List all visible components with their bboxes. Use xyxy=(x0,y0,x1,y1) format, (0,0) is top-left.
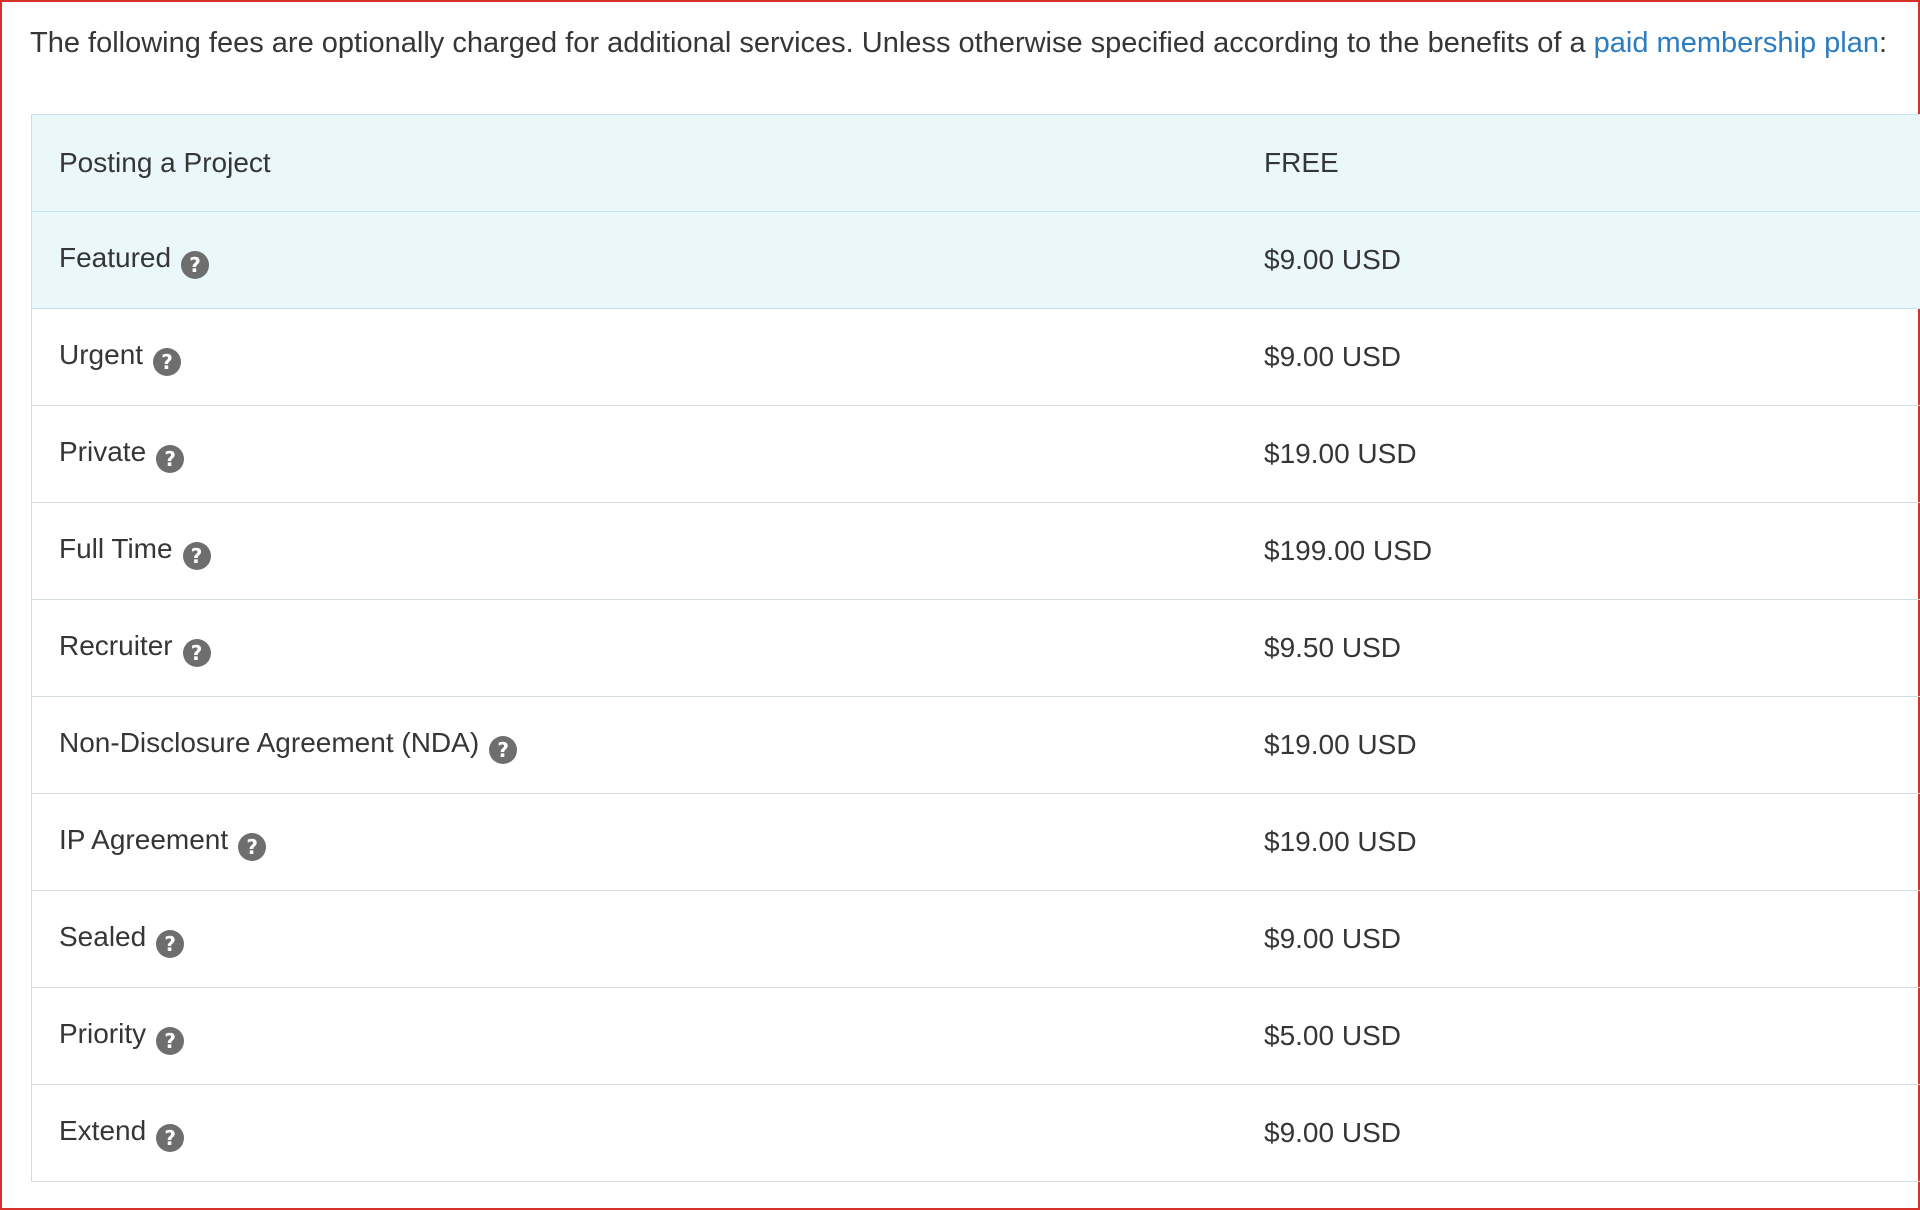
question-circle-icon[interactable]: ? xyxy=(182,541,211,570)
fee-name: Private xyxy=(59,435,147,467)
fee-row: Priority? $5.00 USD xyxy=(31,987,1920,1085)
fee-row: Full Time? $199.00 USD xyxy=(31,502,1920,600)
fee-row: Recruiter? $9.50 USD xyxy=(31,599,1920,697)
fee-name-cell: Urgent? xyxy=(31,308,1264,406)
fee-price: $19.00 USD xyxy=(1264,696,1920,794)
fee-name: Extend xyxy=(59,1114,147,1146)
fee-row: Private? $19.00 USD xyxy=(31,405,1920,503)
fee-name: Priority xyxy=(59,1017,147,1049)
fees-table: Posting a Project FREE Featured? $9.00 USD U… xyxy=(31,114,1920,1182)
question-circle-icon[interactable]: ? xyxy=(156,444,185,473)
question-circle-icon[interactable]: ? xyxy=(181,250,210,279)
fee-row: Non-Disclosure Agreement (NDA)? $19.00 US… xyxy=(31,696,1920,794)
question-circle-icon[interactable]: ? xyxy=(489,735,518,764)
fee-row: IP Agreement? $19.00 USD xyxy=(31,793,1920,891)
question-circle-icon[interactable]: ? xyxy=(156,1026,185,1055)
fee-name-cell: Priority? xyxy=(31,987,1264,1085)
question-circle-icon[interactable]: ? xyxy=(153,347,182,376)
fee-price: $9.50 USD xyxy=(1264,599,1920,697)
fee-price: $9.00 USD xyxy=(1264,890,1920,988)
fee-row: Featured? $9.00 USD xyxy=(31,211,1920,309)
fee-name-cell: Featured? xyxy=(31,211,1264,309)
question-circle-icon[interactable]: ? xyxy=(156,1123,185,1152)
fee-price: $19.00 USD xyxy=(1264,405,1920,503)
fee-row: Sealed? $9.00 USD xyxy=(31,890,1920,988)
fee-price: FREE xyxy=(1264,114,1920,212)
fee-name: Sealed xyxy=(59,920,147,952)
question-circle-icon[interactable]: ? xyxy=(238,832,267,861)
fee-name-cell: Extend? xyxy=(31,1084,1264,1182)
fee-name-cell: Posting a Project xyxy=(31,114,1264,212)
fee-name: Non-Disclosure Agreement (NDA) xyxy=(59,726,480,758)
question-circle-icon[interactable]: ? xyxy=(182,638,211,667)
fee-price: $19.00 USD xyxy=(1264,793,1920,891)
fee-name: Recruiter xyxy=(59,629,173,661)
fee-name-cell: Sealed? xyxy=(31,890,1264,988)
fees-intro-suffix: : xyxy=(1878,27,1888,59)
fee-name: Urgent xyxy=(59,338,144,370)
fee-price: $5.00 USD xyxy=(1264,987,1920,1085)
fees-table-body: Posting a Project FREE Featured? $9.00 USD U… xyxy=(31,114,1920,1182)
fee-name-cell: Non-Disclosure Agreement (NDA)? xyxy=(31,696,1264,794)
fee-row: Urgent? $9.00 USD xyxy=(31,308,1920,406)
fee-name-cell: IP Agreement? xyxy=(31,793,1264,891)
fees-intro-text: The following fees are optionally charge… xyxy=(30,27,1594,59)
fees-intro: The following fees are optionally charge… xyxy=(30,22,1910,64)
fee-name: Full Time xyxy=(59,532,173,564)
fee-name-cell: Private? xyxy=(31,405,1264,503)
fee-row: Posting a Project FREE xyxy=(31,114,1920,212)
fee-row: Extend? $9.00 USD xyxy=(31,1084,1920,1182)
fee-price: $199.00 USD xyxy=(1264,502,1920,600)
fee-name: Featured xyxy=(59,241,172,273)
fee-name: Posting a Project xyxy=(59,147,271,178)
fee-price: $9.00 USD xyxy=(1264,308,1920,406)
paid-membership-plan-link[interactable]: paid membership plan xyxy=(1594,27,1879,59)
fee-name-cell: Recruiter? xyxy=(31,599,1264,697)
fee-name-cell: Full Time? xyxy=(31,502,1264,600)
question-circle-icon[interactable]: ? xyxy=(156,929,185,958)
fee-name: IP Agreement xyxy=(59,823,229,855)
fee-price: $9.00 USD xyxy=(1264,211,1920,309)
fee-price: $9.00 USD xyxy=(1264,1084,1920,1182)
